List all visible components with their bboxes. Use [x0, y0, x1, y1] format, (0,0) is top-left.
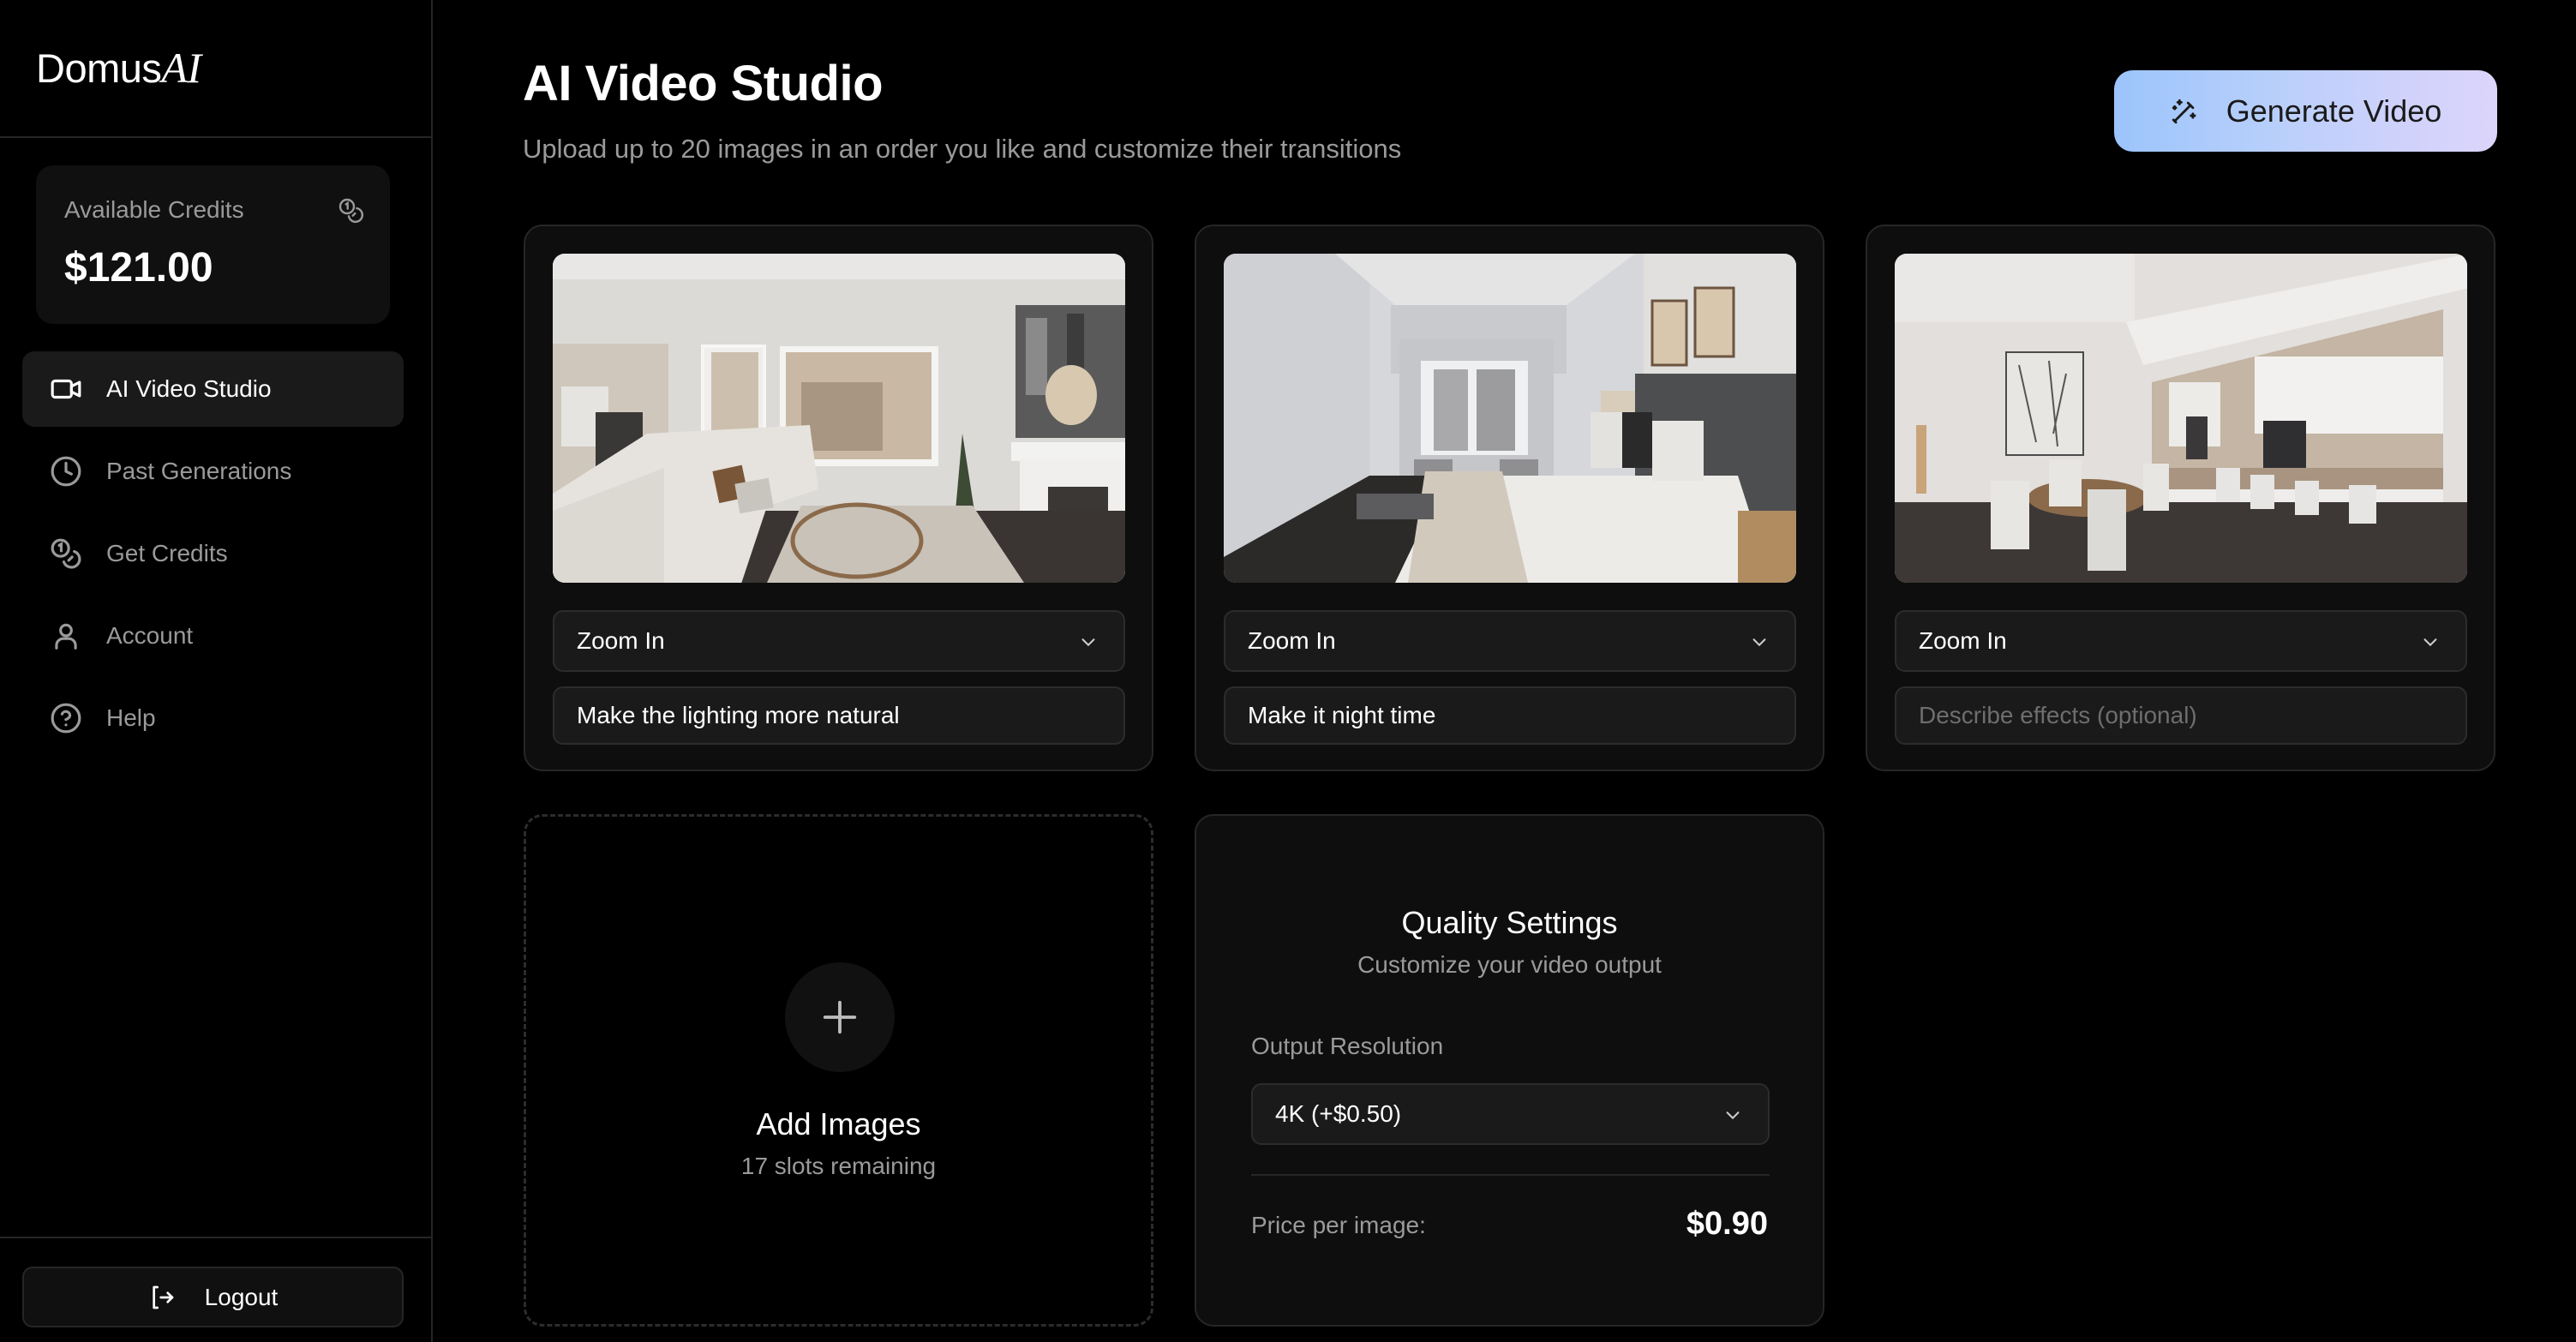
chevron-down-icon [1752, 638, 1766, 647]
chevron-down-icon [1726, 1111, 1740, 1120]
image-card: Zoom In [1195, 225, 1824, 771]
slots-remaining: 17 slots remaining [740, 1153, 937, 1179]
living-room-photo [553, 254, 1125, 583]
add-images-button[interactable] [785, 962, 895, 1072]
sidebar-item-label: AI Video Studio [106, 375, 272, 402]
add-images-title: Add Images [756, 1106, 921, 1141]
add-images-dropzone[interactable]: Add Images 17 slots remaining [524, 814, 1153, 1327]
logo-accent: AI [161, 44, 201, 92]
help-circle-icon [50, 702, 82, 734]
sidebar-item-label: Get Credits [106, 540, 228, 566]
quality-settings-subtitle: Customize your video output [1357, 951, 1662, 978]
coins-icon [50, 537, 82, 570]
chevron-down-icon [1081, 638, 1095, 647]
sidebar-item-get-credits[interactable]: Get Credits [22, 516, 404, 591]
quality-divider [1251, 1174, 1770, 1176]
logo-text: Domus [36, 45, 162, 91]
plus-icon [823, 1000, 857, 1034]
page-title: AI Video Studio [523, 56, 884, 111]
image-thumbnail-bedroom[interactable] [1224, 254, 1796, 583]
logout-button[interactable]: Logout [22, 1267, 404, 1327]
image-card: Zoom In [1866, 225, 2495, 771]
image-thumbnail-living-room[interactable] [553, 254, 1125, 583]
sidebar-item-help[interactable]: Help [22, 680, 404, 756]
quality-settings-card: Quality Settings Customize your video ou… [1195, 814, 1824, 1327]
sidebar-top-divider [0, 136, 431, 138]
logout-label: Logout [204, 1283, 279, 1310]
sidebar-item-past-generations[interactable]: Past Generations [22, 434, 404, 509]
kitchen-photo [1895, 254, 2467, 583]
output-resolution-label: Output Resolution [1251, 1033, 1444, 1059]
sidebar-item-label: Help [106, 704, 156, 731]
effect-input[interactable] [1895, 686, 2467, 745]
sidebar-item-label: Account [106, 622, 194, 649]
sidebar-item-account[interactable]: Account [22, 598, 404, 674]
sidebar-bottom-divider [0, 1237, 431, 1238]
generate-video-button[interactable]: Generate Video [2114, 70, 2497, 152]
transition-select[interactable]: Zoom In [553, 610, 1125, 672]
transition-select-value: Zoom In [577, 627, 665, 654]
transition-select[interactable]: Zoom In [1224, 610, 1796, 672]
magic-wand-icon [2172, 99, 2196, 123]
page-subtitle: Upload up to 20 images in an order you l… [523, 134, 1402, 164]
user-icon [50, 620, 82, 652]
clock-icon [50, 455, 82, 488]
effect-input[interactable] [1224, 686, 1796, 745]
output-resolution-value: 4K (+$0.50) [1275, 1100, 1402, 1127]
sidebar-item-label: Past Generations [106, 458, 292, 484]
logout-icon [153, 1285, 174, 1309]
coins-icon [338, 198, 364, 224]
effect-input[interactable] [553, 686, 1125, 745]
generate-video-label: Generate Video [2226, 93, 2442, 129]
image-thumbnail-kitchen[interactable] [1895, 254, 2467, 583]
sidebar-item-ai-video-studio[interactable]: AI Video Studio [22, 351, 404, 427]
quality-settings-title: Quality Settings [1401, 905, 1618, 940]
transition-select-value: Zoom In [1919, 627, 2007, 654]
output-resolution-select[interactable]: 4K (+$0.50) [1251, 1083, 1770, 1145]
credits-card: Available Credits $121.00 [36, 165, 390, 324]
bedroom-photo [1224, 254, 1796, 583]
sidebar: DomusAI Available Credits $121.00 AI Vid… [0, 0, 433, 1342]
transition-select[interactable]: Zoom In [1895, 610, 2467, 672]
credits-value: $121.00 [64, 245, 213, 291]
price-per-image-value: $0.90 [1686, 1206, 1768, 1242]
transition-select-value: Zoom In [1248, 627, 1336, 654]
price-per-image-label: Price per image: [1251, 1212, 1426, 1238]
video-camera-icon [50, 373, 82, 405]
image-card: Zoom In [524, 225, 1153, 771]
credits-label: Available Credits [64, 196, 244, 223]
chevron-down-icon [2423, 638, 2437, 647]
app-logo[interactable]: DomusAI [36, 43, 201, 93]
